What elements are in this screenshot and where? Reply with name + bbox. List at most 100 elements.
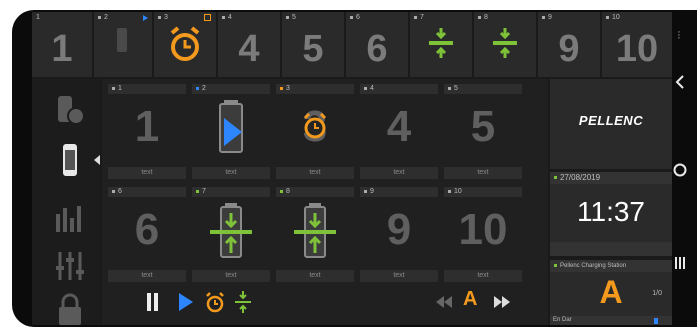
- tab-number: 1: [36, 14, 40, 21]
- battery-mini-icon: [654, 318, 658, 324]
- tab-1[interactable]: 1 1: [32, 12, 92, 77]
- bay-label: 5: [470, 102, 496, 151]
- tab-label: 6: [366, 28, 388, 70]
- bay-text: text: [444, 270, 522, 282]
- tab-number: 7: [414, 14, 424, 21]
- tab-number: 2: [98, 14, 108, 21]
- tab-6[interactable]: 6 6: [346, 12, 408, 77]
- bay-label: 10: [458, 205, 508, 254]
- bay-2[interactable]: 2 text: [192, 84, 270, 179]
- bay-number: 10: [444, 187, 522, 197]
- tab-number: 3: [158, 14, 168, 21]
- pause-icon-bar: [154, 293, 158, 311]
- bay-5[interactable]: 5 5 text: [444, 84, 522, 179]
- tab-7[interactable]: 7: [410, 12, 472, 77]
- chart-icon[interactable]: [52, 200, 88, 236]
- tab-label: 5: [302, 28, 324, 70]
- tab-number: 5: [286, 14, 296, 21]
- tab-3[interactable]: 3: [154, 12, 216, 77]
- bay-10[interactable]: 10 10 text: [444, 187, 522, 282]
- battery-charging-icon: [219, 100, 243, 153]
- battery-settings-icon[interactable]: [52, 92, 88, 128]
- tab-label: 10: [615, 28, 659, 70]
- tab-number: 10: [606, 14, 620, 21]
- bay-1[interactable]: 1 1 text: [108, 84, 186, 179]
- bay-text: text: [444, 167, 522, 179]
- mode-a-button[interactable]: A: [463, 288, 477, 311]
- datetime-panel: 27/08/2019 11:37: [550, 172, 672, 256]
- tab-9[interactable]: 9 9: [538, 12, 600, 77]
- pause-icon[interactable]: [147, 293, 151, 311]
- balance-icon: [429, 28, 453, 58]
- tab-10[interactable]: 10 10: [602, 12, 672, 77]
- alarm-small-icon: [204, 14, 211, 21]
- tab-5[interactable]: 5 5: [282, 12, 344, 77]
- bay-label: 6: [134, 205, 160, 254]
- bay-number: 7: [192, 187, 270, 197]
- recents-icon[interactable]: [674, 256, 686, 270]
- date-label: 27/08/2019: [550, 172, 672, 184]
- bay-text: text: [108, 270, 186, 282]
- bay-number: 6: [108, 187, 186, 197]
- lock-icon[interactable]: [52, 292, 88, 327]
- battery-balance-icon: [210, 203, 252, 258]
- tab-number: 4: [222, 14, 232, 21]
- status-indicator: ⁝: [677, 28, 681, 42]
- bay-8[interactable]: 8 text: [276, 187, 354, 282]
- tab-label: 9: [558, 28, 580, 70]
- bay-number: 8: [276, 187, 354, 197]
- balance-icon: [493, 28, 517, 58]
- bay-label: 1: [134, 102, 160, 151]
- bay-text: text: [276, 167, 354, 179]
- tab-number: 9: [542, 14, 552, 21]
- bay-label: 9: [386, 205, 412, 254]
- datetime-footer: [550, 242, 672, 256]
- brand-panel: PELLENC: [550, 79, 672, 169]
- tab-2[interactable]: 2: [94, 12, 152, 77]
- tab-label: 1: [51, 28, 73, 70]
- balance-icon[interactable]: [235, 291, 251, 313]
- device-icon[interactable]: [52, 142, 88, 178]
- bay-number: 5: [444, 84, 522, 94]
- station-panel: Pellenc Charging Station A 1/0 En Dar: [550, 260, 672, 325]
- app-screen: 1 1 2 3 4 4 5 5 6 6 7 8 9 9 10 10 1 1 te…: [32, 12, 672, 325]
- tablet-device: 1 1 2 3 4 4 5 5 6 6 7 8 9 9 10 10 1 1 te…: [12, 10, 697, 327]
- station-page: 1/0: [652, 290, 662, 297]
- alarm-clock-icon: [303, 112, 327, 139]
- alarm-clock-icon: [170, 26, 200, 61]
- bay-text: text: [192, 167, 270, 179]
- bay-number: 3: [276, 84, 354, 94]
- home-icon[interactable]: [673, 163, 687, 177]
- back-icon[interactable]: [674, 74, 686, 90]
- bay-text: text: [360, 167, 438, 179]
- tab-label: 4: [238, 28, 260, 70]
- sliders-icon[interactable]: [52, 248, 88, 284]
- bay-7[interactable]: 7 text: [192, 187, 270, 282]
- tab-number: 6: [350, 14, 360, 21]
- tab-4[interactable]: 4 4: [218, 12, 280, 77]
- active-pointer-icon: [94, 155, 100, 165]
- play-small-icon: [143, 15, 148, 21]
- bay-number: 2: [192, 84, 270, 94]
- clock-time: 11:37: [577, 196, 645, 227]
- battery-balance-icon: [294, 203, 336, 258]
- forward-icon[interactable]: [494, 296, 510, 308]
- bay-text: text: [276, 270, 354, 282]
- bay-text: text: [192, 270, 270, 282]
- bay-label: 4: [386, 102, 412, 151]
- tab-8[interactable]: 8: [474, 12, 536, 77]
- bay-6[interactable]: 6 6 text: [108, 187, 186, 282]
- battery-icon: [117, 28, 127, 52]
- bay-9[interactable]: 9 9 text: [360, 187, 438, 282]
- bay-number: 9: [360, 187, 438, 197]
- bay-4[interactable]: 4 4 text: [360, 84, 438, 179]
- bay-text: text: [360, 270, 438, 282]
- pellenc-logo: PELLENC: [578, 113, 644, 128]
- bay-3[interactable]: 3 3 text: [276, 84, 354, 179]
- alarm-icon[interactable]: [205, 291, 225, 313]
- play-icon[interactable]: [179, 293, 193, 311]
- bay-number: 1: [108, 84, 186, 94]
- station-title: Pellenc Charging Station: [550, 260, 672, 272]
- rewind-icon[interactable]: [436, 296, 452, 308]
- tab-number: 8: [478, 14, 488, 21]
